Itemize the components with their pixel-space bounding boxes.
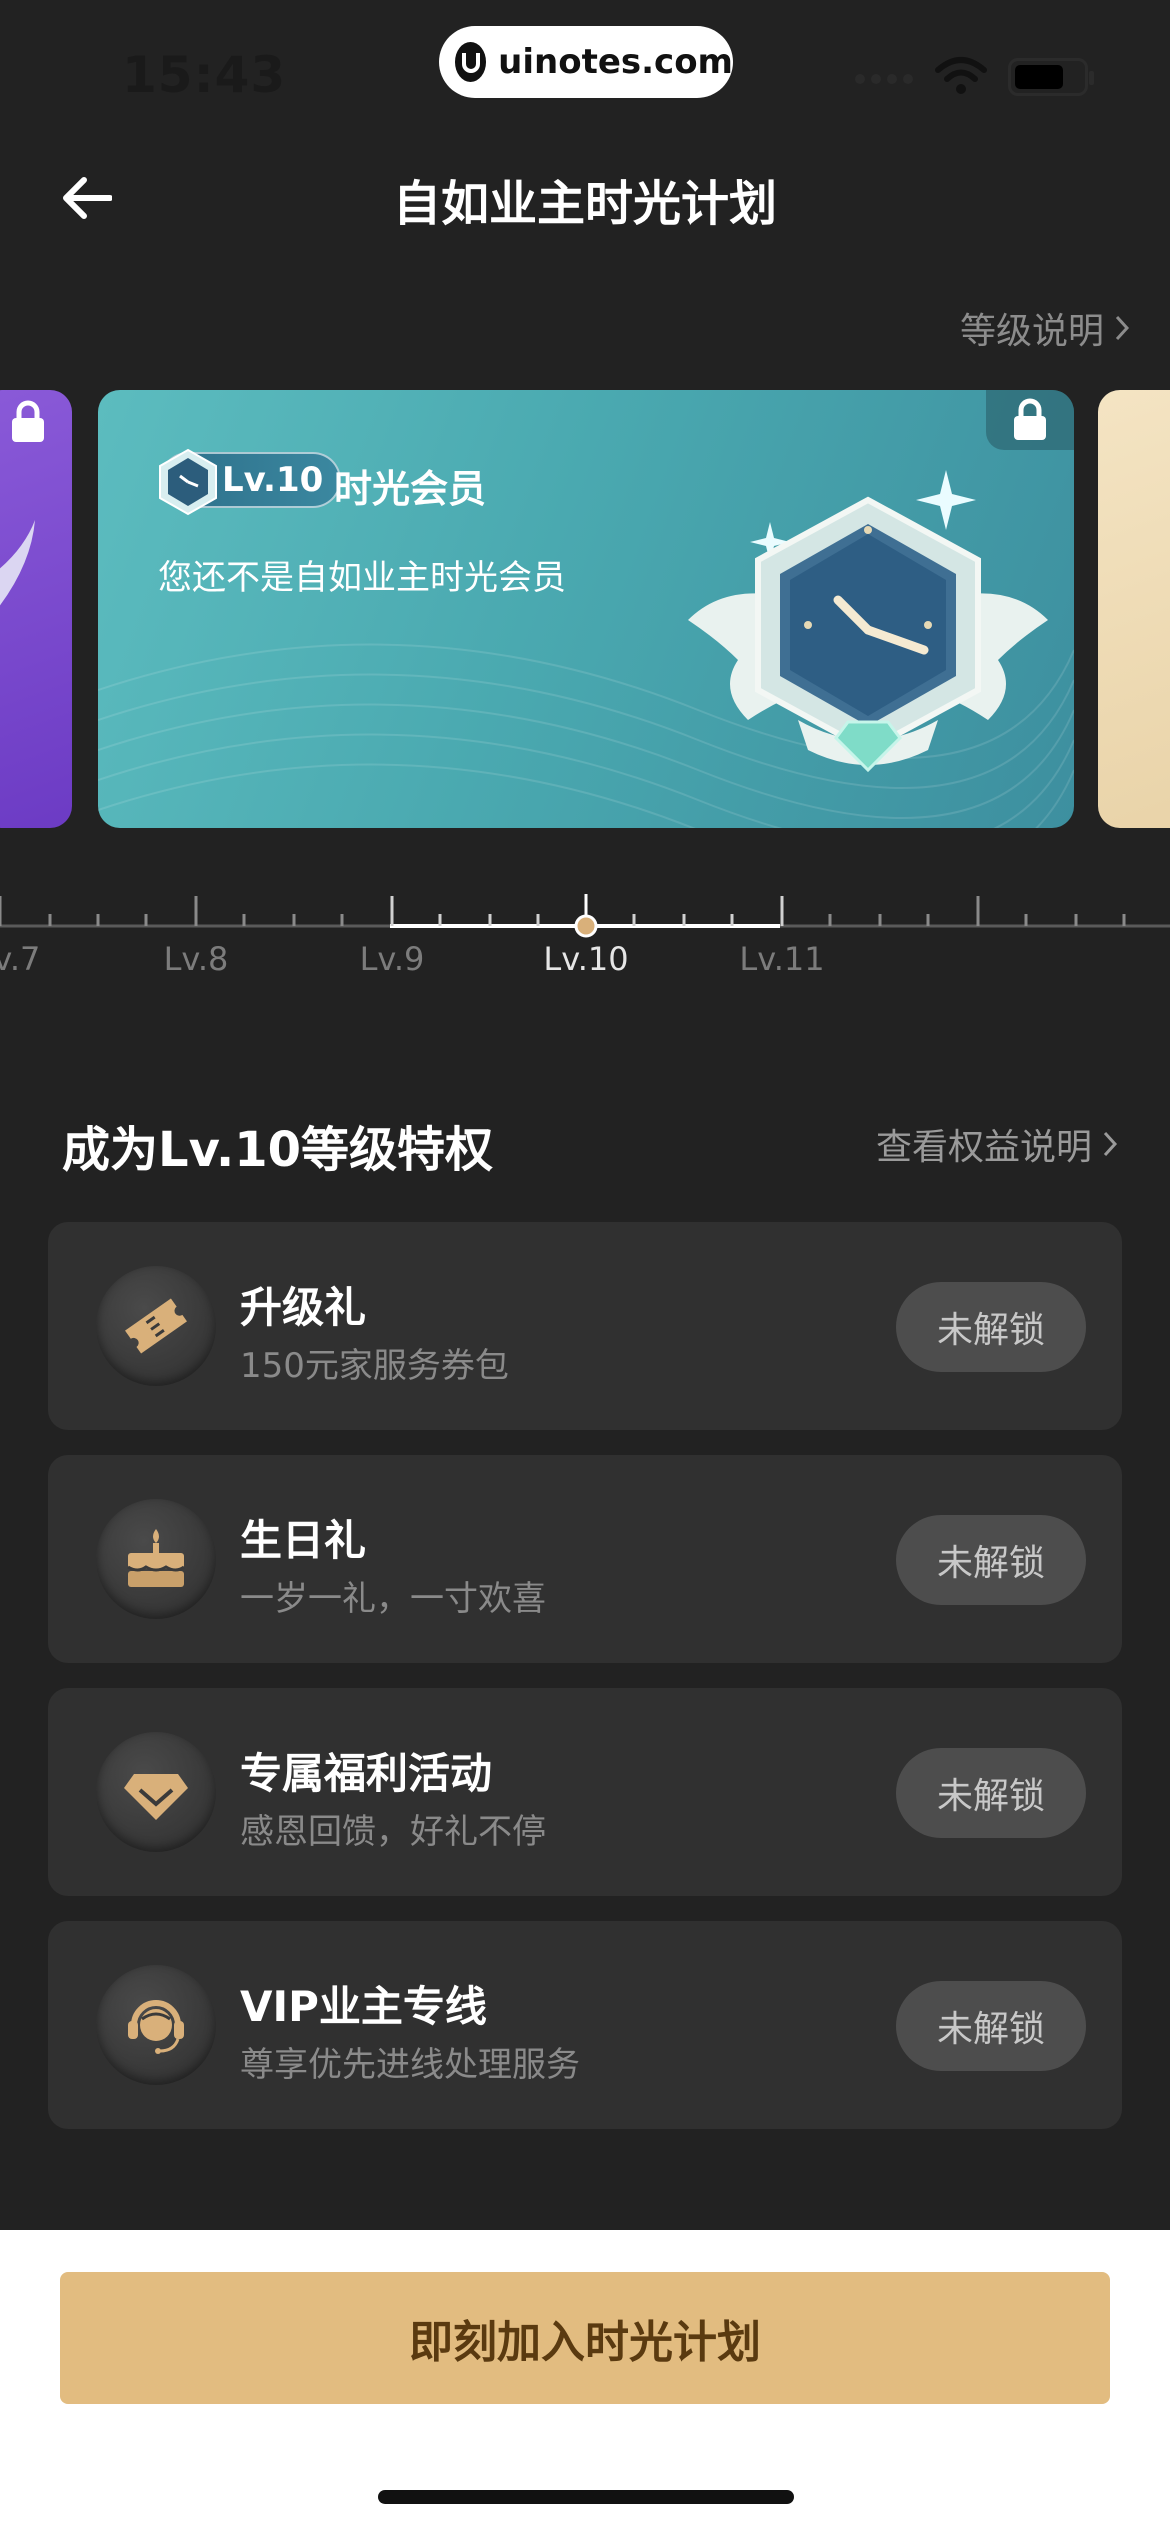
privileges-section-title: 成为Lv.10等级特权: [62, 1122, 493, 1178]
clock-badge-icon: [159, 448, 217, 516]
privilege-subtitle: 感恩回馈，好礼不停: [240, 1812, 546, 1852]
privilege-subtitle: 150元家服务券包: [240, 1346, 509, 1386]
cellular-signal-icon: [855, 74, 913, 84]
benefits-description-label: 查看权益说明: [875, 1127, 1092, 1168]
level-ruler-ticks: [0, 894, 1170, 938]
level-card-current[interactable]: Lv.10 时光会员 您还不是自如业主时光会员: [98, 390, 1074, 828]
cake-icon: [96, 1499, 216, 1619]
wifi-icon: [934, 56, 988, 100]
privilege-exclusive-events: 专属福利活动 感恩回馈，好礼不停 未解锁: [48, 1688, 1122, 1896]
lock-icon: [986, 390, 1074, 450]
watermark-text: uinotes.com: [498, 42, 733, 82]
ruler-label-lv10: Lv.10: [543, 940, 629, 978]
level-description-link[interactable]: 等级说明: [960, 302, 1130, 354]
privilege-title: 生日礼: [240, 1516, 367, 1565]
privilege-vip-hotline: VIP业主专线 尊享优先进线处理服务 未解锁: [48, 1921, 1122, 2129]
headset-icon: [96, 1965, 216, 2085]
join-plan-button[interactable]: 即刻加入时光计划: [60, 2272, 1110, 2404]
privilege-upgrade-gift: 升级礼 150元家服务券包 未解锁: [48, 1222, 1122, 1430]
status-bar: 15:43 uinotes.com: [0, 0, 1170, 140]
level-badge-text: Lv.10: [222, 460, 324, 500]
level-slider[interactable]: Lv.7 Lv.8 Lv.9 Lv.10 Lv.11: [0, 890, 1170, 1000]
wing-decoration-icon: [0, 520, 35, 606]
clock-medal-icon: [688, 470, 1048, 773]
member-tier-name: 时光会员: [334, 467, 487, 511]
watermark-logo-icon: [455, 42, 487, 82]
diamond-icon: [96, 1732, 216, 1852]
ruler-label-lv11: Lv.11: [739, 940, 825, 978]
ruler-label-lv7: Lv.7: [0, 940, 41, 978]
level-badge: Lv.10: [159, 448, 342, 516]
privilege-title: 专属福利活动: [240, 1749, 493, 1798]
status-time: 15:43: [122, 46, 287, 104]
locked-status-button[interactable]: 未解锁: [896, 1282, 1086, 1372]
privilege-title: VIP业主专线: [240, 1982, 487, 2031]
bottom-action-bar: 即刻加入时光计划: [0, 2230, 1170, 2532]
locked-status-button[interactable]: 未解锁: [896, 1748, 1086, 1838]
chevron-right-icon: [1103, 1131, 1118, 1157]
level-card-next[interactable]: [1098, 390, 1170, 828]
privilege-birthday-gift: 生日礼 一岁一礼，一寸欢喜 未解锁: [48, 1455, 1122, 1663]
level-description-label: 等级说明: [959, 311, 1104, 352]
watermark-badge: uinotes.com: [439, 26, 733, 98]
page-title: 自如业主时光计划: [392, 176, 777, 232]
battery-icon: [1008, 58, 1094, 96]
privilege-subtitle: 一岁一礼，一寸欢喜: [240, 1579, 546, 1619]
ruler-label-lv8: Lv.8: [163, 940, 229, 978]
locked-status-button[interactable]: 未解锁: [896, 1515, 1086, 1605]
benefits-description-link[interactable]: 查看权益说明: [876, 1118, 1118, 1170]
level-card-previous[interactable]: [0, 390, 72, 828]
member-status-text: 您还不是自如业主时光会员: [158, 558, 566, 598]
ticket-icon: [96, 1266, 216, 1386]
locked-status-button[interactable]: 未解锁: [896, 1981, 1086, 2071]
chevron-right-icon: [1115, 315, 1130, 341]
privilege-title: 升级礼: [240, 1283, 367, 1332]
home-indicator[interactable]: [378, 2490, 794, 2504]
ruler-label-lv9: Lv.9: [359, 940, 425, 978]
privilege-subtitle: 尊享优先进线处理服务: [240, 2045, 580, 2085]
